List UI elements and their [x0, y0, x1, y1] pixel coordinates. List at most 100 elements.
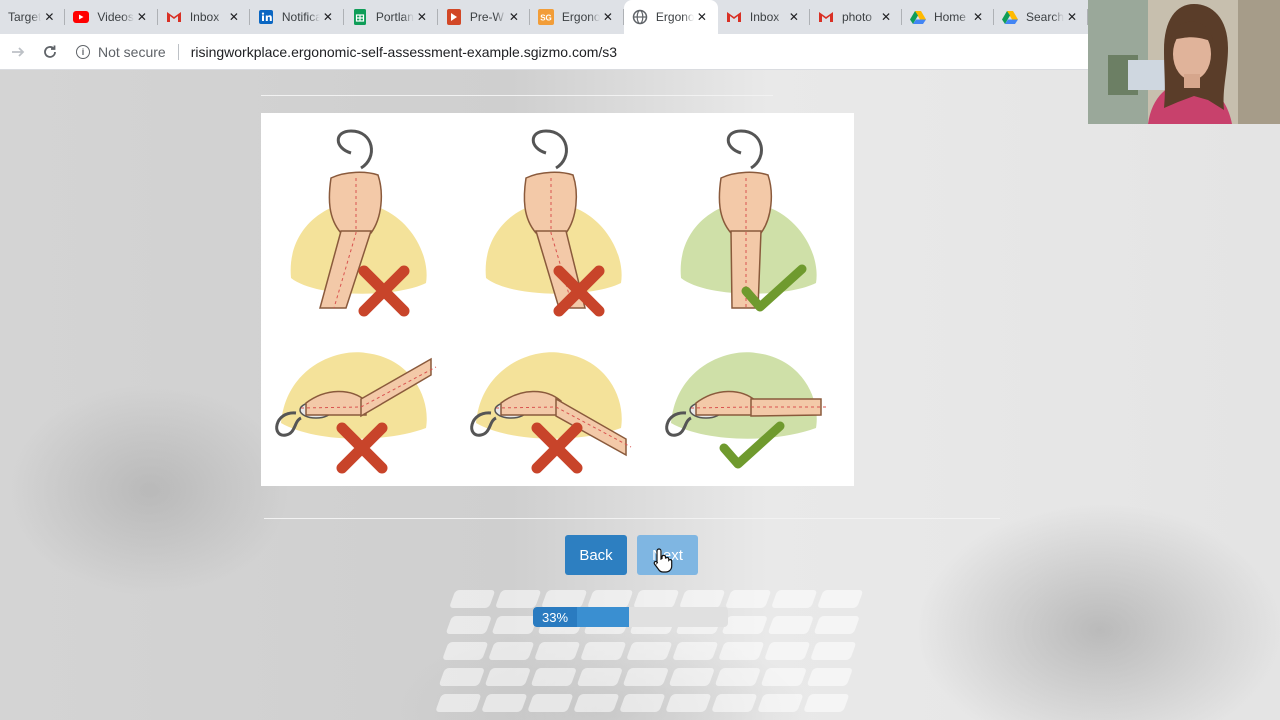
close-icon[interactable]: ✕: [600, 9, 616, 25]
progress-percent: 33%: [533, 607, 577, 627]
background-key: [530, 668, 578, 686]
background-key: [586, 590, 634, 608]
background-key: [435, 694, 482, 712]
globe-icon: [632, 9, 648, 25]
tab-title: Search: [1026, 10, 1064, 24]
survey-page: Back Next 33%: [0, 70, 1280, 720]
background-key: [448, 590, 496, 608]
tab-title: Videos: [97, 10, 134, 24]
background-key: [810, 642, 857, 660]
forward-button[interactable]: [4, 38, 32, 66]
tab-title: Home: [933, 10, 966, 24]
correct-posture-panel: [665, 352, 826, 469]
gmail-icon: [818, 9, 834, 25]
close-icon[interactable]: ✕: [694, 9, 710, 25]
presenter-video-image: [1088, 0, 1280, 124]
tab-title: Portland: [375, 10, 414, 24]
close-icon[interactable]: ✕: [320, 9, 336, 25]
close-icon[interactable]: ✕: [506, 9, 522, 25]
background-key: [445, 616, 493, 634]
sgizmo-icon: SG: [537, 9, 554, 25]
background-key: [806, 668, 854, 686]
omnibox-divider: [177, 43, 179, 60]
background-key: [442, 642, 489, 660]
youtube-icon: [73, 9, 90, 25]
back-button[interactable]: Back: [565, 535, 627, 575]
tab-title: Ergonomic: [561, 10, 600, 24]
browser-tab[interactable]: SG Ergonomic✕: [530, 0, 624, 34]
background-key: [527, 694, 574, 712]
tab-title: Notifications: [281, 10, 320, 24]
reload-button[interactable]: [36, 38, 64, 66]
browser-tab[interactable]: Portland✕: [344, 0, 438, 34]
background-key: [714, 668, 762, 686]
background-key: [718, 642, 765, 660]
incorrect-posture-panel: [470, 352, 632, 474]
background-key: [488, 642, 535, 660]
reload-icon: [44, 45, 56, 58]
browser-tab[interactable]: Inbox ✕: [158, 0, 250, 34]
gmail-icon: [726, 9, 742, 25]
background-key: [534, 642, 581, 660]
background-key: [767, 616, 815, 634]
background-key: [721, 616, 769, 634]
close-icon[interactable]: ✕: [970, 9, 986, 25]
tab-strip: Target✕Videos✕Inbox✕Notifications✕Portla…: [0, 0, 1088, 34]
drive-icon: [1002, 9, 1018, 25]
background-key: [672, 642, 719, 660]
background-key: [803, 694, 850, 712]
background-key: [481, 694, 528, 712]
incorrect-posture-panel: [275, 352, 437, 474]
browser-tab[interactable]: photo ✕: [810, 0, 902, 34]
background-key: [580, 642, 627, 660]
background-key: [619, 694, 666, 712]
browser-tab[interactable]: Home ✕: [902, 0, 994, 34]
address-bar[interactable]: i Not secure risingworkplace.ergonomic-s…: [76, 38, 617, 66]
browser-tab[interactable]: Target ✕: [0, 0, 66, 34]
close-icon[interactable]: ✕: [786, 9, 802, 25]
background-key: [813, 616, 861, 634]
arrow-right-icon: [12, 46, 25, 57]
tab-title: photo: [841, 10, 872, 24]
close-icon[interactable]: ✕: [414, 9, 430, 25]
svg-text:SG: SG: [540, 14, 552, 23]
divider-top: [261, 95, 773, 96]
gmail-icon: [166, 9, 182, 25]
info-icon[interactable]: i: [76, 44, 90, 59]
background-key: [438, 668, 486, 686]
background-key: [491, 616, 539, 634]
browser-tab[interactable]: Inbox ✕: [718, 0, 810, 34]
background-key: [484, 668, 532, 686]
close-icon[interactable]: ✕: [878, 9, 894, 25]
divider-bottom: [264, 518, 1000, 519]
background-key: [576, 668, 624, 686]
security-label: Not secure: [98, 43, 166, 60]
close-icon[interactable]: ✕: [134, 9, 150, 25]
background-key: [668, 668, 716, 686]
close-icon[interactable]: ✕: [226, 9, 242, 25]
tab-title: Inbox: [189, 10, 220, 24]
close-icon[interactable]: ✕: [41, 9, 57, 25]
background-key: [573, 694, 620, 712]
browser-tab[interactable]: Search ✕: [994, 0, 1088, 34]
url-text[interactable]: risingworkplace.ergonomic-self-assessmen…: [191, 44, 617, 60]
wrist-posture-illustration: [261, 113, 854, 486]
background-key: [494, 590, 542, 608]
close-icon[interactable]: ✕: [1064, 9, 1080, 25]
tab-title: Target: [8, 10, 42, 24]
browser-tab[interactable]: Ergonomic✕: [623, 0, 718, 34]
webcam-overlay: [1088, 0, 1280, 124]
browser-tab[interactable]: Notifications✕: [250, 0, 344, 34]
background-key: [724, 590, 772, 608]
linkedin-icon: [258, 9, 274, 25]
wrist-posture-image: [275, 129, 826, 474]
drive-icon: [909, 9, 926, 25]
background-key: [764, 642, 811, 660]
browser-tab[interactable]: Videos ✕: [65, 0, 158, 34]
browser-tab[interactable]: Pre-W ✕: [438, 0, 530, 34]
background-key: [540, 590, 588, 608]
tab-title: Inbox: [749, 10, 780, 24]
background-key: [626, 642, 673, 660]
tab-title: Pre-W: [469, 10, 504, 24]
background-key: [678, 590, 726, 608]
